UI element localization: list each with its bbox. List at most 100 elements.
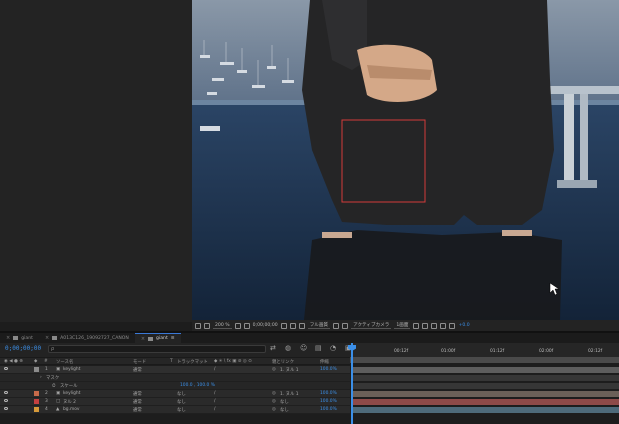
composition-mini-flowchart-icon[interactable]: ⇄ [270, 345, 277, 352]
layer-color-label[interactable] [34, 407, 39, 414]
parent-header[interactable]: 親とリンク [272, 359, 294, 365]
parent-dropdown[interactable]: なし [280, 399, 289, 405]
pixel-aspect-icon[interactable] [413, 322, 420, 329]
stretch-value[interactable]: 100.0% [320, 367, 337, 372]
track-matte-dropdown[interactable]: なし [177, 407, 186, 413]
scale-value[interactable]: 100.0 , 100.0 % [180, 383, 215, 388]
layer-name[interactable]: keylight [63, 367, 80, 372]
time-ruler[interactable] [350, 343, 619, 357]
visibility-eye-icon[interactable] [4, 407, 8, 412]
layer-search-input[interactable]: ρ [48, 345, 266, 353]
property-name[interactable]: マスク [46, 375, 59, 381]
mask-visibility-icon[interactable] [204, 322, 210, 329]
fast-preview-icon[interactable] [422, 322, 429, 329]
playhead[interactable] [351, 343, 353, 424]
switches-header[interactable]: ◆ ✳ \ fx ▣ ⊘ ◎ ⊙ [214, 359, 252, 364]
exposure-reset-icon[interactable] [449, 322, 456, 329]
quality-switch-icon[interactable]: / [214, 399, 215, 404]
transparency-grid-icon[interactable] [342, 322, 349, 329]
track-matte-dropdown[interactable]: なし [177, 399, 186, 405]
layer-property-row[interactable]: › マスク [0, 374, 350, 382]
pickwhip-icon[interactable]: ◎ [272, 367, 276, 372]
snapshot-camera-icon[interactable] [280, 322, 287, 329]
motion-blur-icon[interactable]: ◔ [330, 345, 337, 352]
always-preview-icon[interactable] [195, 322, 201, 329]
region-icon[interactable] [243, 322, 250, 329]
null-layer-icon: □ [56, 399, 61, 404]
layer-name[interactable]: keylight [63, 391, 80, 396]
layer-row[interactable]: 1 ▣ keylight 通常 / ◎ 1. ヌル 1 100.0% [0, 366, 350, 374]
blend-mode-dropdown[interactable]: 通常 [133, 407, 142, 413]
parent-dropdown[interactable]: 1. ヌル 1 [280, 391, 299, 397]
exposure-value[interactable]: +0.0 [458, 323, 469, 328]
timeline-tab-bar: × giant × A013C126_19092727_CANON × gian… [0, 333, 619, 343]
tab-giant[interactable]: × giant [0, 333, 39, 343]
property-name[interactable]: スケール [60, 383, 78, 389]
t-header[interactable]: T [170, 359, 173, 364]
pickwhip-icon[interactable]: ◎ [272, 391, 276, 396]
current-time-display[interactable]: 0;00;00;00 [5, 345, 41, 352]
tab-label: giant [21, 335, 33, 341]
timeline-icon[interactable] [431, 322, 438, 329]
layer-row[interactable]: 4 ▲ bg.mov 通常 なし / ◎ なし 100.0% [0, 406, 350, 414]
layer-color-label[interactable] [34, 399, 39, 406]
grid-icon[interactable] [234, 322, 241, 329]
layer-duration-bar[interactable] [353, 391, 619, 397]
stretch-value[interactable]: 100.0% [320, 407, 337, 412]
blend-mode-dropdown[interactable]: 通常 [133, 399, 142, 405]
view-layout-dropdown[interactable]: 1画面 [394, 322, 411, 329]
track-matte-dropdown[interactable]: なし [177, 391, 186, 397]
layer-number: 3 [45, 399, 48, 404]
composition-viewer[interactable] [192, 0, 619, 320]
resolution-dropdown[interactable]: フル画質 [307, 322, 331, 329]
layer-duration-bar[interactable] [353, 399, 619, 405]
close-icon[interactable]: × [45, 335, 49, 341]
close-icon[interactable]: × [6, 335, 10, 341]
camera-dropdown[interactable]: アクティブカメラ [351, 322, 392, 329]
roi-icon[interactable] [333, 322, 340, 329]
zoom-dropdown[interactable]: 200 % [213, 323, 232, 329]
quality-switch-icon[interactable]: / [214, 391, 215, 396]
mode-header[interactable]: モード [133, 359, 146, 365]
expand-arrow-icon[interactable]: › [40, 375, 42, 380]
pickwhip-icon[interactable]: ◎ [272, 407, 276, 412]
frame-blending-icon[interactable]: ▤ [315, 345, 322, 352]
flowchart-icon[interactable] [440, 322, 447, 329]
tab-a013c126[interactable]: × A013C126_19092727_CANON [39, 333, 135, 343]
channel-icon[interactable] [298, 322, 305, 329]
visibility-eye-icon[interactable] [4, 367, 8, 372]
pickwhip-icon[interactable]: ◎ [272, 399, 276, 404]
show-snapshot-icon[interactable] [289, 322, 296, 329]
layer-name[interactable]: bg.mov [63, 407, 80, 412]
parent-dropdown[interactable]: なし [280, 407, 289, 413]
stretch-value[interactable]: 100.0% [320, 399, 337, 404]
stopwatch-icon[interactable]: ⏱ [52, 383, 55, 389]
quality-switch-icon[interactable]: / [214, 367, 215, 372]
layer-color-label[interactable] [34, 367, 39, 374]
layer-property-row[interactable]: ⏱ スケール 100.0 , 100.0 % [0, 382, 350, 390]
track-matte-header[interactable]: トラックマット [177, 359, 208, 365]
parent-dropdown[interactable]: 1. ヌル 1 [280, 367, 299, 373]
layer-row[interactable]: 3 □ ヌル 2 通常 なし / ◎ なし 100.0% [0, 398, 350, 406]
layer-row[interactable]: 2 ▣ keylight 通常 なし / ◎ 1. ヌル 1 100.0% [0, 390, 350, 398]
work-area-bar[interactable] [350, 357, 619, 363]
close-icon[interactable]: × [141, 336, 145, 342]
tab-giant-active[interactable]: × giant ≡ [134, 333, 181, 343]
viewer-timecode[interactable]: 0;00;00;00 [253, 323, 278, 328]
tab-menu-icon[interactable]: ≡ [171, 336, 175, 341]
blend-mode-dropdown[interactable]: 通常 [133, 391, 142, 397]
source-name-header[interactable]: ソース名 [56, 359, 73, 365]
visibility-eye-icon[interactable] [4, 391, 8, 396]
stretch-header[interactable]: 伸縮 [320, 359, 329, 365]
layer-name[interactable]: ヌル 2 [63, 399, 76, 405]
layer-duration-bar[interactable] [353, 407, 619, 413]
draft-3d-icon[interactable]: ◍ [285, 345, 292, 352]
visibility-eye-icon[interactable] [4, 399, 8, 404]
shy-icon[interactable]: ☺ [300, 345, 307, 352]
layer-column-header: ◉ ◀ ● ⊕ ◆ # ソース名 モード T トラックマット ◆ ✳ \ fx … [0, 357, 350, 365]
quality-switch-icon[interactable]: / [214, 407, 215, 412]
blend-mode-dropdown[interactable]: 通常 [133, 367, 142, 373]
layer-duration-bar[interactable] [353, 367, 619, 373]
stretch-value[interactable]: 100.0% [320, 391, 337, 396]
layer-color-label[interactable] [34, 391, 39, 398]
